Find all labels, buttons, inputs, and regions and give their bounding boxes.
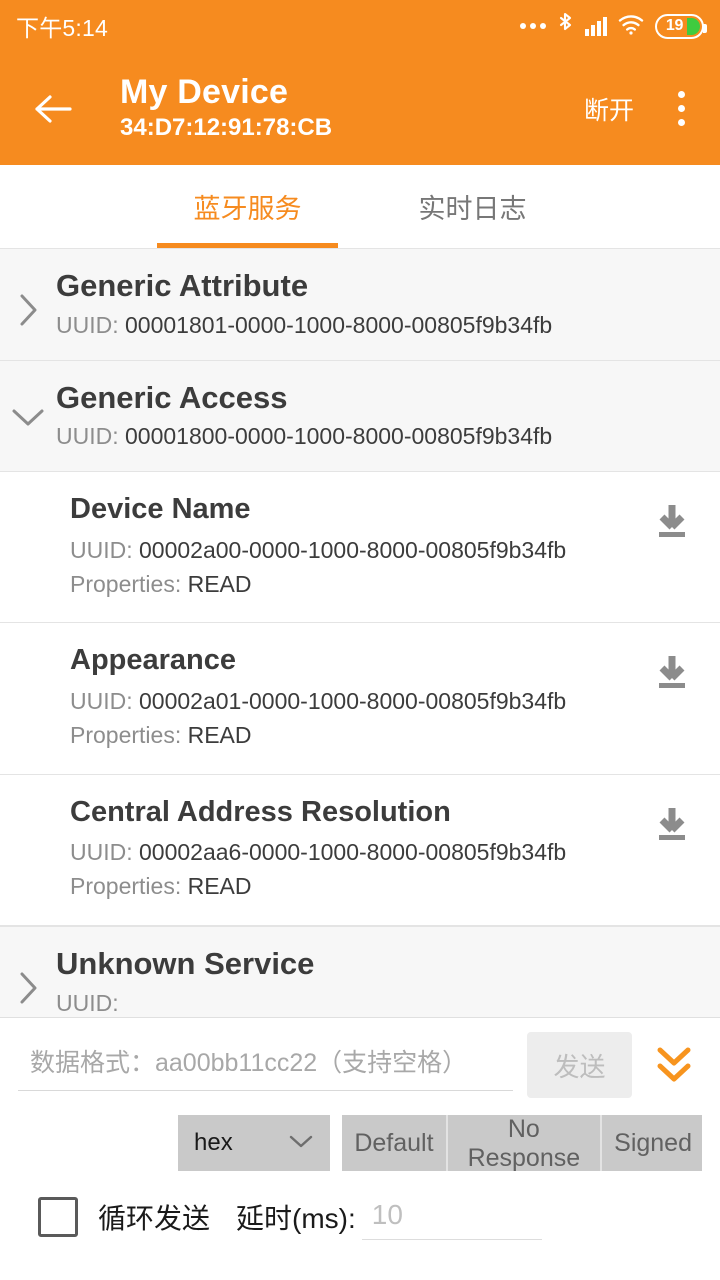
chevron-down-icon[interactable]: [0, 379, 56, 429]
wifi-icon: [618, 13, 644, 40]
tab-bar: 蓝牙服务 实时日志: [0, 165, 720, 248]
page-title: My Device: [120, 73, 289, 112]
battery-level: 19: [665, 17, 684, 34]
service-name: Generic Access: [56, 379, 288, 415]
uuid-label: UUID:: [56, 311, 119, 338]
send-button[interactable]: 发送: [527, 1032, 632, 1098]
write-mode-group: Default No Response Signed: [342, 1115, 702, 1172]
double-chevron-down-icon[interactable]: [646, 1042, 702, 1088]
uuid-label: UUID:: [70, 839, 133, 866]
more-dots-icon: [520, 23, 546, 29]
properties-value: READ: [187, 873, 252, 900]
cellular-signal-icon: [585, 16, 607, 36]
write-mode-signed-button[interactable]: Signed: [602, 1115, 702, 1171]
characteristic-row[interactable]: Central Address Resolution UUID: 00002aa…: [0, 774, 720, 926]
write-mode-default-button[interactable]: Default: [342, 1115, 448, 1171]
chevron-right-icon[interactable]: [0, 267, 56, 327]
bluetooth-icon: [557, 12, 574, 41]
characteristic-uuid-line: UUID: 00002a00-0000-1000-8000-00805f9b34…: [70, 535, 650, 567]
service-name: Unknown Service: [56, 945, 315, 981]
send-input-row: 发送: [18, 1018, 702, 1112]
characteristic-info: Central Address Resolution UUID: 00002aa…: [70, 795, 650, 903]
back-arrow-icon[interactable]: [30, 86, 76, 132]
characteristic-uuid-line: UUID: 00002aa6-0000-1000-8000-00805f9b34…: [70, 837, 650, 869]
service-uuid-line: UUID: 00001800-0000-1000-8000-00805f9b34…: [56, 422, 720, 451]
bluetooth-device-screen: 下午5:14 19 My Device 34:D7:12:91:78:CB 断开…: [0, 0, 720, 1280]
write-mode-no-response-button[interactable]: No Response: [447, 1115, 603, 1172]
kebab-menu-icon[interactable]: [664, 91, 698, 126]
characteristic-properties-line: Properties: READ: [70, 871, 650, 903]
device-mac-address: 34:D7:12:91:78:CB: [120, 113, 333, 141]
service-uuid-line: UUID:: [56, 989, 720, 1018]
data-input[interactable]: [18, 1039, 513, 1091]
format-select[interactable]: hex: [178, 1115, 331, 1171]
disconnect-button[interactable]: 断开: [574, 85, 644, 133]
characteristic-name: Appearance: [70, 644, 237, 677]
characteristic-info: Device Name UUID: 00002a00-0000-1000-800…: [70, 492, 650, 600]
download-icon[interactable]: [650, 803, 694, 852]
characteristic-properties-line: Properties: READ: [70, 569, 650, 601]
device-title-block: My Device 34:D7:12:91:78:CB: [120, 74, 332, 142]
tab-bluetooth-services[interactable]: 蓝牙服务: [135, 165, 360, 248]
properties-value: READ: [187, 721, 252, 748]
service-row-generic-access[interactable]: Generic Access UUID: 00001800-0000-1000-…: [0, 360, 720, 473]
battery-indicator: 19: [655, 13, 707, 39]
chevron-down-icon: [288, 1129, 314, 1157]
uuid-value: 00001801-0000-1000-8000-00805f9b34fb: [125, 311, 553, 338]
properties-value: READ: [187, 570, 252, 597]
format-select-value: hex: [194, 1129, 233, 1156]
chevron-right-icon[interactable]: [0, 945, 56, 1005]
characteristic-name: Device Name: [70, 493, 251, 526]
uuid-label: UUID:: [70, 688, 133, 715]
write-options-row: hex Default No Response Signed: [18, 1112, 702, 1174]
loop-send-row: 循环发送 延时(ms):: [18, 1174, 702, 1260]
send-panel: 发送 hex Default No Response Signed: [0, 1017, 720, 1280]
loop-send-label: 循环发送: [98, 1203, 211, 1234]
characteristic-properties-line: Properties: READ: [70, 720, 650, 752]
service-name: Generic Attribute: [56, 268, 309, 303]
uuid-label: UUID:: [70, 536, 133, 563]
status-icons: 19: [520, 12, 707, 41]
characteristic-name: Central Address Resolution: [70, 795, 451, 828]
status-bar: 下午5:14 19: [0, 0, 720, 52]
characteristic-row[interactable]: Appearance UUID: 00002a01-0000-1000-8000…: [0, 623, 720, 775]
properties-label: Properties:: [70, 570, 182, 597]
loop-send-checkbox[interactable]: [38, 1197, 78, 1237]
service-info: Generic Access UUID: 00001800-0000-1000-…: [56, 379, 720, 452]
uuid-value: 00002aa6-0000-1000-8000-00805f9b34fb: [139, 839, 567, 866]
service-info: Generic Attribute UUID: 00001801-0000-10…: [56, 267, 720, 340]
uuid-value: 00001800-0000-1000-8000-00805f9b34fb: [125, 423, 553, 450]
service-info: Unknown Service UUID:: [56, 945, 720, 1018]
characteristic-uuid-line: UUID: 00002a01-0000-1000-8000-00805f9b34…: [70, 686, 650, 718]
uuid-value: 00002a01-0000-1000-8000-00805f9b34fb: [139, 688, 567, 715]
download-icon[interactable]: [650, 651, 694, 700]
properties-label: Properties:: [70, 721, 182, 748]
service-row-generic-attribute[interactable]: Generic Attribute UUID: 00001801-0000-10…: [0, 248, 720, 361]
uuid-label: UUID:: [56, 989, 119, 1016]
characteristic-info: Appearance UUID: 00002a01-0000-1000-8000…: [70, 643, 650, 751]
service-uuid-line: UUID: 00001801-0000-1000-8000-00805f9b34…: [56, 311, 720, 340]
tab-realtime-log[interactable]: 实时日志: [360, 165, 585, 248]
characteristic-row[interactable]: Device Name UUID: 00002a00-0000-1000-800…: [0, 472, 720, 624]
delay-input[interactable]: [361, 1194, 542, 1240]
properties-label: Properties:: [70, 873, 182, 900]
app-bar: My Device 34:D7:12:91:78:CB 断开: [0, 52, 720, 165]
delay-label: 延时(ms):: [236, 1203, 356, 1234]
status-clock: 下午5:14: [16, 15, 108, 41]
uuid-value: 00002a00-0000-1000-8000-00805f9b34fb: [139, 536, 567, 563]
download-icon[interactable]: [650, 500, 694, 549]
uuid-label: UUID:: [56, 423, 119, 450]
